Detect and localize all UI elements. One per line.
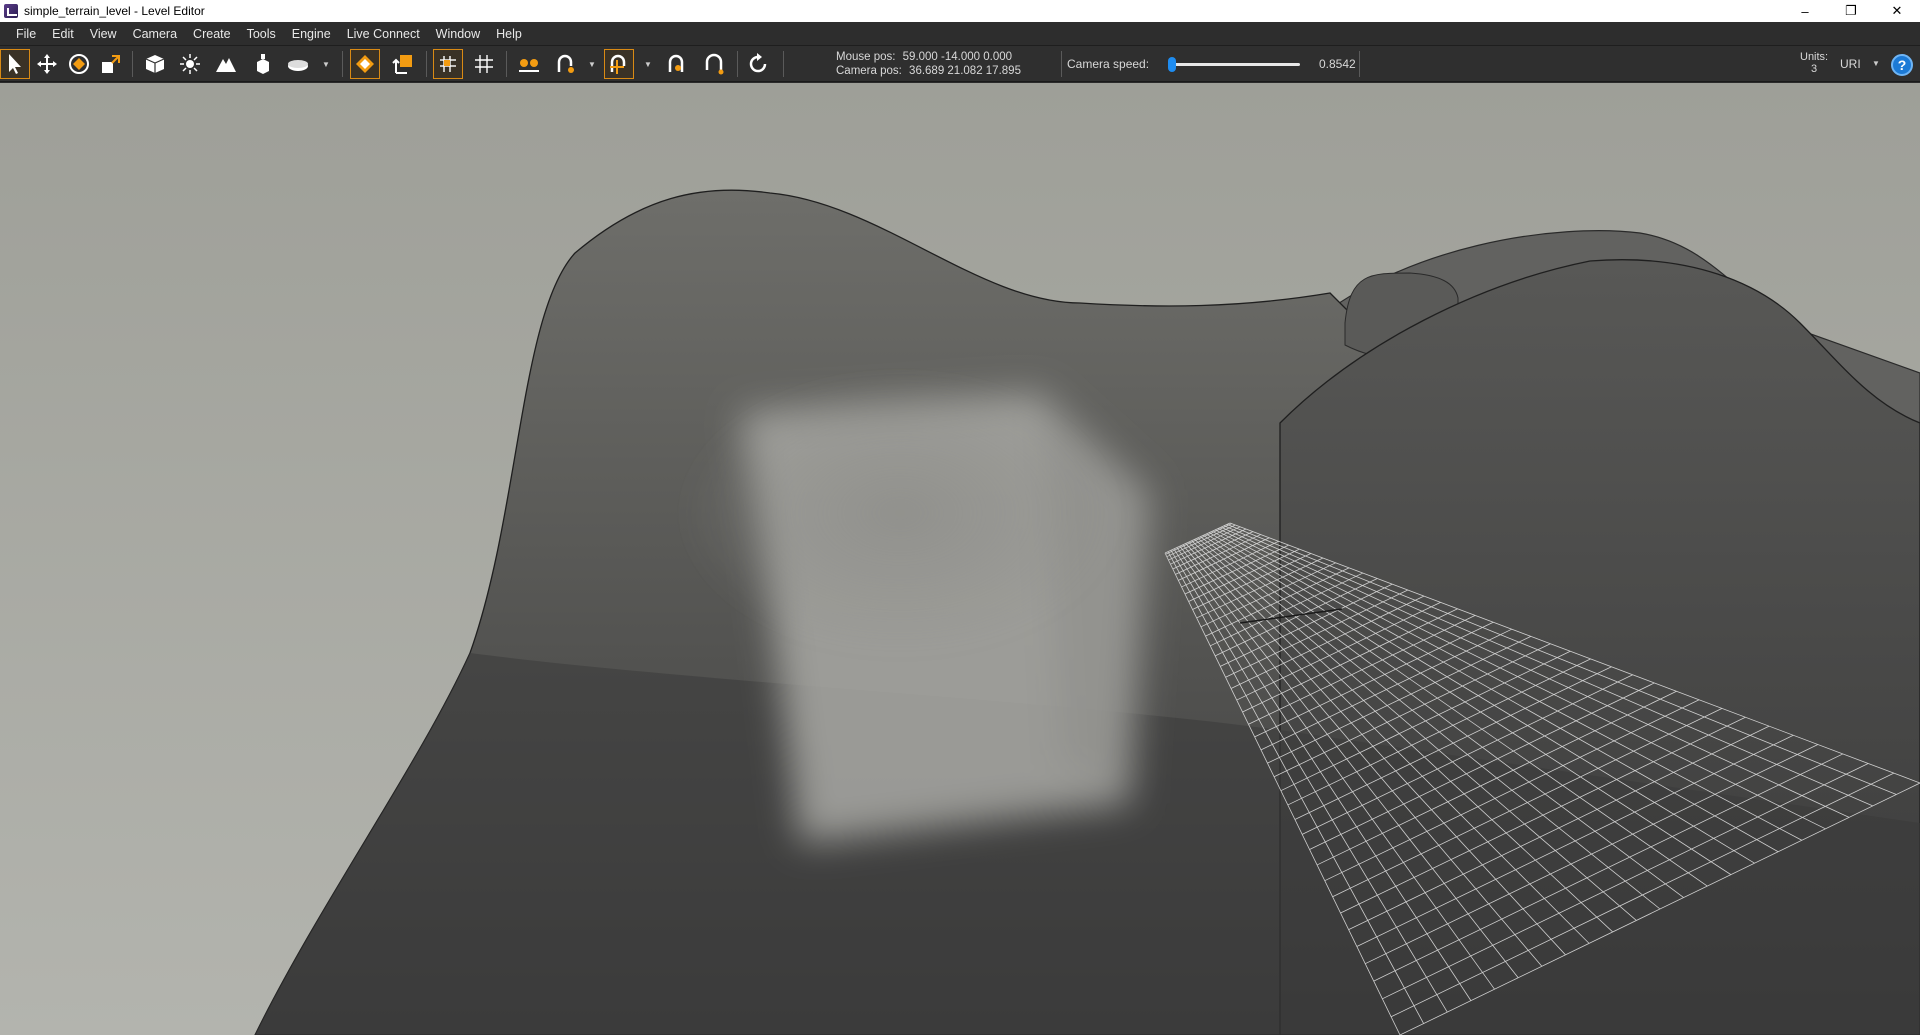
- window-controls: – ❐ ✕: [1782, 0, 1920, 22]
- title-bar: simple_terrain_level - Level Editor – ❐ …: [0, 0, 1920, 22]
- menu-tools[interactable]: Tools: [239, 27, 284, 41]
- cube-icon: [145, 55, 165, 73]
- create-box-button[interactable]: [140, 49, 170, 79]
- surface-dropdown-caret-icon[interactable]: ▼: [322, 60, 330, 69]
- camera-pos-label: Camera pos:: [836, 65, 902, 77]
- light-bulb-icon: [180, 54, 200, 74]
- camera-pos-row: Camera pos: 36.689 21.082 17.895: [836, 64, 1021, 78]
- surface-snap-icon: [356, 55, 374, 73]
- units-readout: Units: 3: [1800, 51, 1828, 75]
- menu-engine[interactable]: Engine: [284, 27, 339, 41]
- camera-speed-value: 0.8542: [1319, 57, 1356, 71]
- snap-dropdown-caret-icon[interactable]: ▼: [588, 60, 596, 69]
- grid-toggle-button[interactable]: [469, 49, 499, 79]
- camera-speed-slider[interactable]: [1167, 57, 1300, 72]
- mouse-pos-label: Mouse pos:: [836, 51, 896, 63]
- viewport-scene[interactable]: [0, 83, 1920, 1035]
- menu-window[interactable]: Window: [428, 27, 488, 41]
- rotate-diamond-icon: [69, 54, 89, 74]
- move-arrows-icon: [37, 54, 57, 74]
- light-tool-button[interactable]: [175, 49, 205, 79]
- snap-magnet-button[interactable]: [550, 49, 580, 79]
- grid-snap-button[interactable]: [433, 49, 463, 79]
- mouse-pos-value: 59.000 -14.000 0.000: [902, 51, 1013, 63]
- snap-rotation-icon: [668, 54, 684, 72]
- restore-button[interactable]: ❐: [1828, 0, 1874, 22]
- snap-cursor-dropdown-caret-icon[interactable]: ▼: [644, 60, 652, 69]
- refresh-button[interactable]: [743, 49, 773, 79]
- position-readout: Mouse pos: 59.000 -14.000 0.000 Camera p…: [836, 50, 1021, 78]
- pivot-tool-button[interactable]: [388, 49, 418, 79]
- app-logo-icon: [4, 4, 18, 18]
- prefab-icon: [257, 54, 269, 74]
- toolbar-separator: [737, 51, 738, 77]
- snap-rotation-button[interactable]: [661, 49, 691, 79]
- camera-speed-label: Camera speed:: [1067, 57, 1150, 71]
- toolbar-separator: [1061, 51, 1062, 77]
- terrain-mountain-icon: [216, 58, 236, 72]
- menu-view[interactable]: View: [82, 27, 125, 41]
- toolbar-separator: [132, 51, 133, 77]
- snap-to-surface-button[interactable]: [350, 49, 380, 79]
- units-select[interactable]: URI: [1840, 57, 1861, 71]
- snap-scale-icon: [705, 53, 724, 75]
- snap-cursor-icon: [610, 54, 626, 74]
- menu-file[interactable]: File: [8, 27, 44, 41]
- toolbar-separator: [506, 51, 507, 77]
- minimize-button[interactable]: –: [1782, 0, 1828, 22]
- grid-snap-icon: [440, 56, 456, 72]
- close-button[interactable]: ✕: [1874, 0, 1920, 22]
- menu-bar: File Edit View Camera Create Tools Engin…: [0, 22, 1920, 46]
- vertex-snap-icon: [519, 59, 539, 72]
- snap-cursor-button[interactable]: [604, 49, 634, 79]
- magnet-rotate-icon: [557, 54, 574, 73]
- scale-tool-button[interactable]: [96, 49, 126, 79]
- scale-square-icon: [102, 55, 120, 73]
- units-label: Units:: [1800, 51, 1829, 63]
- menu-live-connect[interactable]: Live Connect: [339, 27, 428, 41]
- prefab-tool-button[interactable]: [248, 49, 278, 79]
- toolbar-separator: [1359, 51, 1360, 77]
- camera-pos-value: 36.689 21.082 17.895: [909, 65, 1021, 77]
- menu-help[interactable]: Help: [488, 27, 530, 41]
- units-value: 3: [1811, 63, 1818, 75]
- toolbar-separator: [783, 51, 784, 77]
- 3d-viewport[interactable]: [0, 83, 1920, 1035]
- menu-edit[interactable]: Edit: [44, 27, 82, 41]
- refresh-icon: [749, 53, 767, 73]
- terrain-tool-button[interactable]: [211, 49, 241, 79]
- surface-icon: [288, 60, 308, 71]
- rotate-tool-button[interactable]: [64, 49, 94, 79]
- select-tool-button[interactable]: [0, 49, 30, 79]
- move-tool-button[interactable]: [32, 49, 62, 79]
- mouse-pos-row: Mouse pos: 59.000 -14.000 0.000: [836, 50, 1021, 64]
- fog-glow: [680, 373, 1120, 653]
- menu-create[interactable]: Create: [185, 27, 239, 41]
- help-button[interactable]: ?: [1891, 54, 1913, 76]
- menu-camera[interactable]: Camera: [125, 27, 185, 41]
- camera-speed-thumb[interactable]: [1167, 57, 1176, 72]
- toolbar-separator: [426, 51, 427, 77]
- units-dropdown-caret-icon[interactable]: ▼: [1872, 59, 1880, 68]
- toolbar-separator: [342, 51, 343, 77]
- snap-vertex-button[interactable]: [514, 49, 544, 79]
- arrow-cursor-icon: [9, 54, 21, 74]
- surface-tool-button[interactable]: [283, 49, 313, 79]
- grid-icon: [475, 55, 493, 73]
- window-title: simple_terrain_level - Level Editor: [24, 4, 205, 18]
- snap-scale-button[interactable]: [699, 49, 729, 79]
- toolbar: ▼ ▼ ▼ Mouse pos: 59.000 -14.000 0.000 Ca…: [0, 46, 1920, 82]
- pivot-icon: [392, 55, 412, 74]
